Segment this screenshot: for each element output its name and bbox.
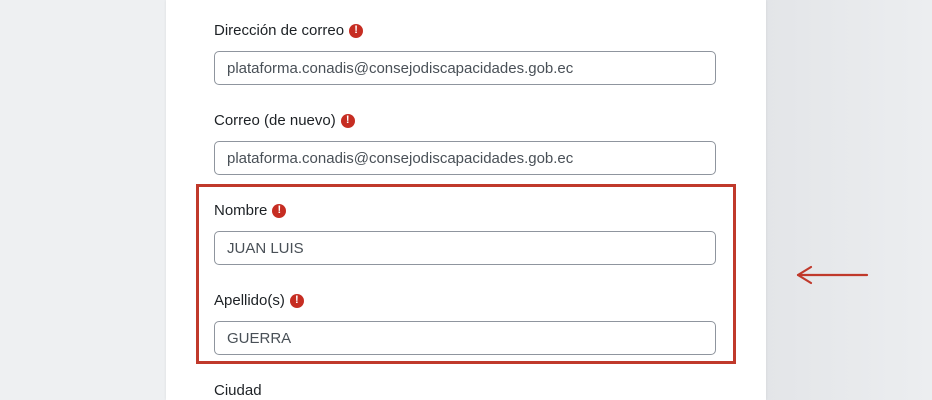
required-icon: ! [340,113,355,128]
email-input[interactable] [214,51,716,85]
required-icon: ! [289,293,304,308]
page-background-left [0,0,166,400]
required-icon: ! [272,203,287,218]
email-confirm-input[interactable] [214,141,716,175]
email-confirm-label-text: Correo (de nuevo) [214,112,336,129]
last-name-label: Apellido(s) ! [214,292,304,309]
page: Dirección de correo ! Correo (de nuevo) … [0,0,932,400]
email-confirm-label: Correo (de nuevo) ! [214,112,355,129]
first-name-input[interactable] [214,231,716,265]
last-name-label-text: Apellido(s) [214,292,285,309]
first-name-label: Nombre ! [214,202,287,219]
city-label-text: Ciudad [214,382,262,399]
required-icon: ! [349,23,364,38]
email-label: Dirección de correo ! [214,22,364,39]
city-label: Ciudad [214,382,262,399]
first-name-label-text: Nombre [214,202,268,219]
signup-form-card: Dirección de correo ! Correo (de nuevo) … [166,0,766,400]
page-background-right [766,0,932,400]
left-arrow-icon [796,265,869,285]
email-label-text: Dirección de correo [214,22,345,39]
last-name-input[interactable] [214,321,716,355]
